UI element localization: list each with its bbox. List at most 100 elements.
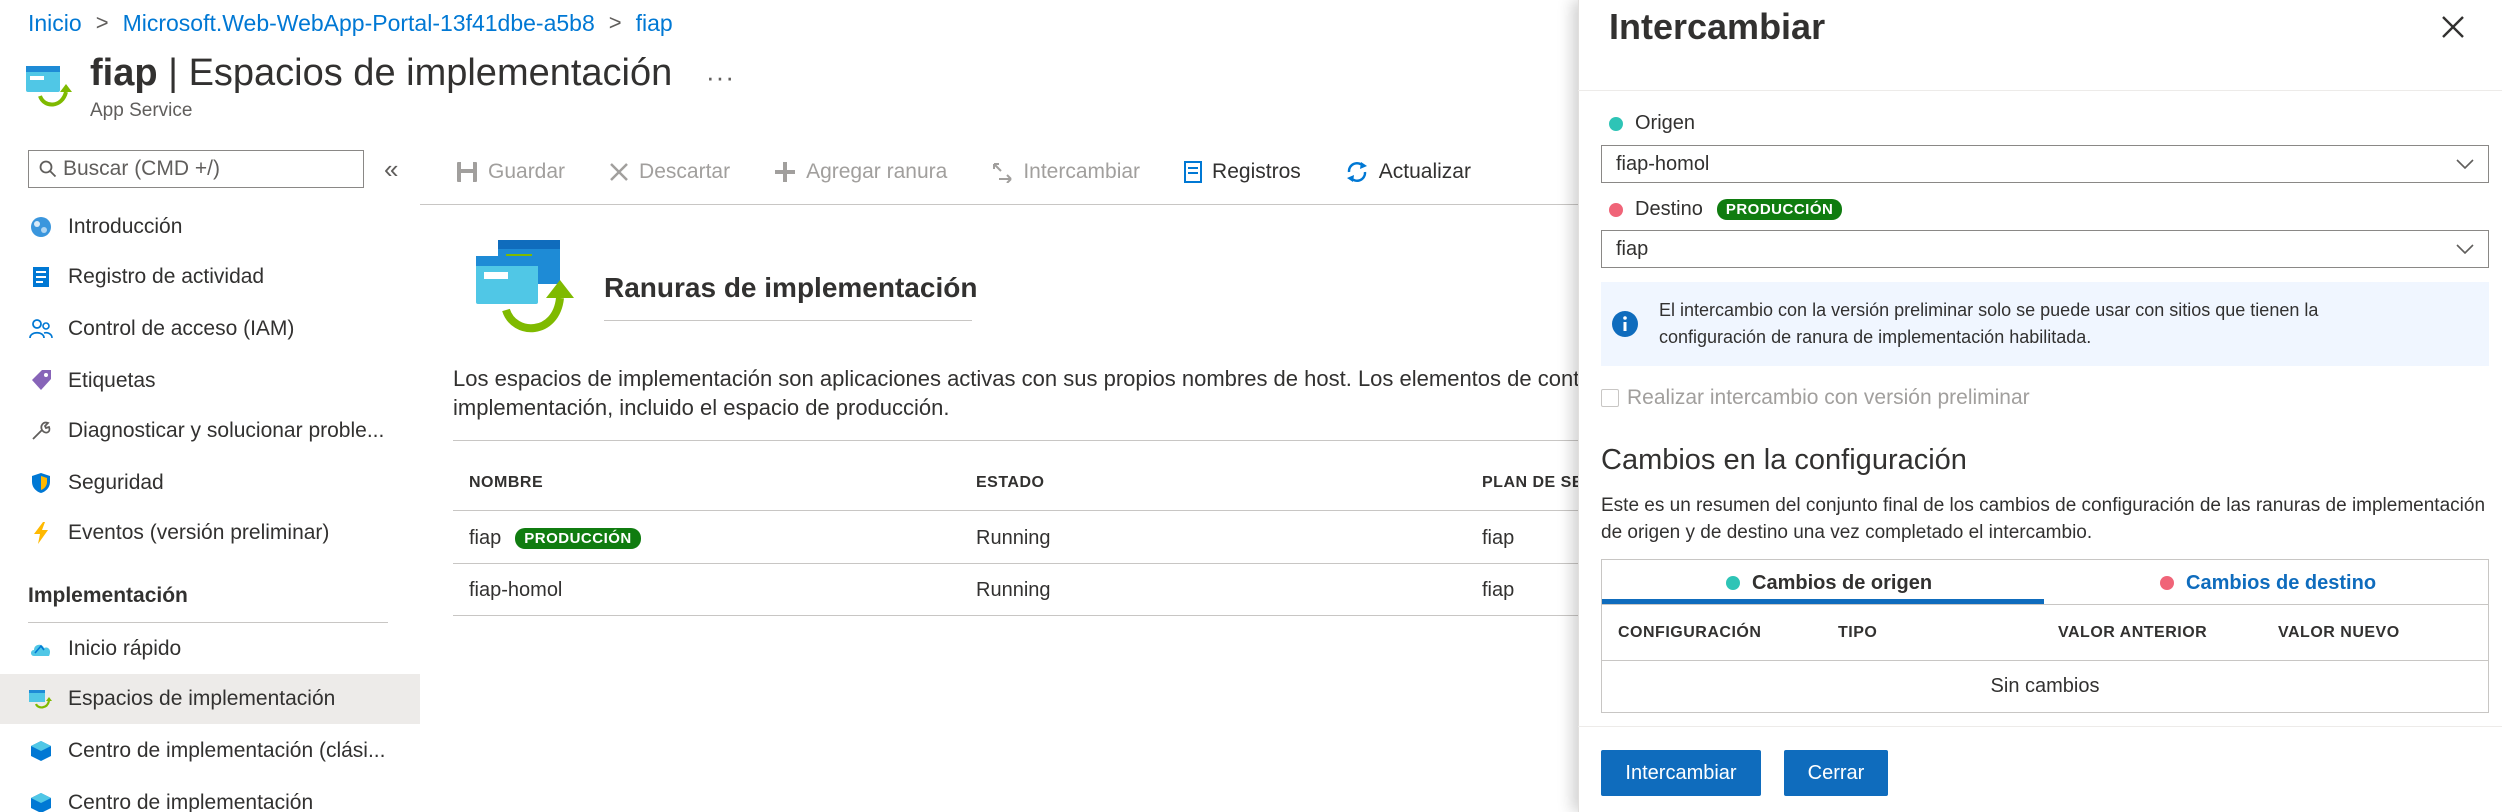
search-input[interactable]: Buscar (CMD +/)	[28, 150, 364, 188]
table-row-divider	[453, 615, 1583, 616]
sidebar-item-diagnose[interactable]: Diagnosticar y solucionar proble...	[0, 406, 420, 456]
target-value: fiap	[1616, 237, 1649, 260]
preview-swap-checkbox[interactable]: Realizar intercambio con versión prelimi…	[1601, 386, 2030, 410]
checkbox-box[interactable]	[1601, 389, 1619, 407]
wrench-icon	[28, 418, 54, 444]
page-title: fiap | Espacios de implementación	[90, 52, 672, 95]
table-row-name[interactable]: fiap-homol	[469, 576, 562, 604]
tab-source-changes[interactable]: Cambios de origen	[1726, 565, 1932, 601]
chevron-down-icon	[2456, 159, 2474, 169]
breadcrumb-resource-group[interactable]: Microsoft.Web-WebApp-Portal-13f41dbe-a5b…	[123, 10, 595, 37]
save-button[interactable]: Guardar	[456, 160, 565, 184]
production-badge: PRODUCCIÓN	[1716, 199, 1843, 220]
refresh-button[interactable]: Actualizar	[1345, 160, 1471, 184]
sidebar-item-security[interactable]: Seguridad	[0, 458, 420, 508]
table-divider	[453, 440, 1583, 441]
column-header-type[interactable]: TIPO	[1838, 624, 1877, 642]
source-dropdown[interactable]: fiap-homol	[1601, 145, 2489, 183]
discard-button[interactable]: Descartar	[609, 160, 730, 184]
more-options-icon[interactable]: ···	[706, 62, 735, 93]
source-dot-icon	[1726, 576, 1740, 590]
column-header-name[interactable]: NOMBRE	[469, 474, 543, 492]
deployment-slots-large-icon	[474, 236, 576, 336]
column-header-status[interactable]: ESTADO	[976, 474, 1044, 492]
target-dot-icon	[1609, 202, 1623, 217]
close-button[interactable]: Cerrar	[1784, 750, 1888, 796]
tabs-divider	[1602, 604, 2488, 605]
discard-label: Descartar	[639, 160, 731, 183]
breadcrumb-home[interactable]: Inicio	[28, 10, 82, 37]
sidebar-item-tags[interactable]: Etiquetas	[0, 356, 420, 406]
collapse-sidebar-icon[interactable]: «	[384, 154, 398, 185]
table-row-name[interactable]: fiap PRODUCCIÓN	[469, 524, 641, 552]
slot-name-link[interactable]: fiap	[469, 527, 501, 550]
sidebar-item-deployment-center[interactable]: Centro de implementación	[0, 778, 420, 812]
page-subtitle: App Service	[90, 100, 193, 121]
target-dropdown[interactable]: fiap	[1601, 230, 2489, 268]
swap-confirm-button[interactable]: Intercambiar	[1601, 750, 1761, 796]
cube-icon	[28, 790, 54, 812]
resource-name: fiap	[90, 52, 158, 94]
table-header-divider	[453, 510, 1583, 511]
column-header-new-value[interactable]: VALOR NUEVO	[2278, 624, 2400, 642]
column-header-old-value[interactable]: VALOR ANTERIOR	[2058, 624, 2207, 642]
description-line: implementación, incluido el espacio de p…	[453, 395, 950, 420]
sidebar-item-deployment-slots[interactable]: Espacios de implementación	[0, 674, 420, 724]
tag-icon	[28, 368, 54, 394]
sidebar-item-overview[interactable]: Introducción	[0, 202, 420, 252]
no-changes-message: Sin cambios	[1990, 674, 2100, 697]
target-label: Destino PRODUCCIÓN	[1609, 198, 1843, 221]
sidebar-item-events[interactable]: Eventos (versión preliminar)	[0, 508, 420, 558]
target-dot-icon	[2160, 576, 2174, 590]
add-slot-button[interactable]: Agregar ranura	[774, 160, 947, 184]
panel-header-divider	[1578, 90, 2502, 91]
slot-name-link[interactable]: fiap-homol	[469, 579, 562, 602]
sidebar-item-deployment-center-classic[interactable]: Centro de implementación (clási...	[0, 726, 420, 776]
sidebar-item-quickstart[interactable]: Inicio rápido	[0, 624, 420, 674]
sidebar-item-activity-log[interactable]: Registro de actividad	[0, 252, 420, 302]
plus-icon	[775, 162, 796, 182]
page-name: Espacios de implementación	[188, 52, 673, 94]
sidebar-item-label: Registro de actividad	[68, 265, 265, 288]
chevron-right-icon: >	[608, 10, 622, 35]
toolbar-divider	[420, 204, 1580, 205]
search-icon	[39, 160, 57, 178]
cloud-icon	[28, 636, 54, 662]
command-bar: Guardar Descartar Agregar ranura Interca…	[456, 152, 1515, 192]
logs-label: Registros	[1212, 160, 1301, 183]
target-label-text: Destino	[1635, 198, 1703, 220]
people-icon	[28, 316, 54, 342]
refresh-icon	[1346, 162, 1367, 182]
content-title: Ranuras de implementación	[604, 272, 978, 303]
section-divider	[28, 622, 388, 623]
sidebar-item-iam[interactable]: Control de acceso (IAM)	[0, 304, 420, 354]
breadcrumb-app[interactable]: fiap	[636, 10, 673, 37]
config-changes-title: Cambios en la configuración	[1601, 444, 1967, 476]
logs-button[interactable]: Registros	[1184, 160, 1301, 184]
lightning-icon	[28, 520, 54, 546]
swap-button[interactable]: Intercambiar	[991, 160, 1140, 184]
description: Los espacios de implementación son aplic…	[453, 364, 1583, 422]
title-underline	[604, 320, 972, 321]
close-icon[interactable]	[2440, 14, 2466, 40]
shield-icon	[28, 470, 54, 496]
column-header-setting[interactable]: CONFIGURACIÓN	[1618, 624, 1761, 642]
preview-swap-label: Realizar intercambio con versión prelimi…	[1627, 386, 2030, 409]
deployment-slots-icon	[26, 62, 74, 112]
document-icon	[1184, 161, 1203, 183]
tab-target-label: Cambios de destino	[2186, 571, 2377, 594]
sidebar-item-label: Introducción	[68, 215, 183, 238]
title-separator: |	[157, 52, 189, 94]
production-badge: PRODUCCIÓN	[515, 527, 641, 549]
globe-icon	[28, 214, 54, 240]
tab-target-changes[interactable]: Cambios de destino	[2160, 565, 2376, 601]
tab-source-label: Cambios de origen	[1752, 571, 1933, 594]
source-label-text: Origen	[1635, 112, 1696, 134]
sidebar-item-label: Seguridad	[68, 471, 164, 494]
add-slot-label: Agregar ranura	[806, 160, 948, 183]
changes-header-divider	[1602, 660, 2488, 661]
column-header-plan[interactable]: PLAN DE SE	[1482, 474, 1583, 492]
sidebar-item-label: Inicio rápido	[68, 637, 182, 660]
info-icon	[1612, 311, 1638, 337]
sidebar-item-label: Espacios de implementación	[68, 687, 336, 710]
